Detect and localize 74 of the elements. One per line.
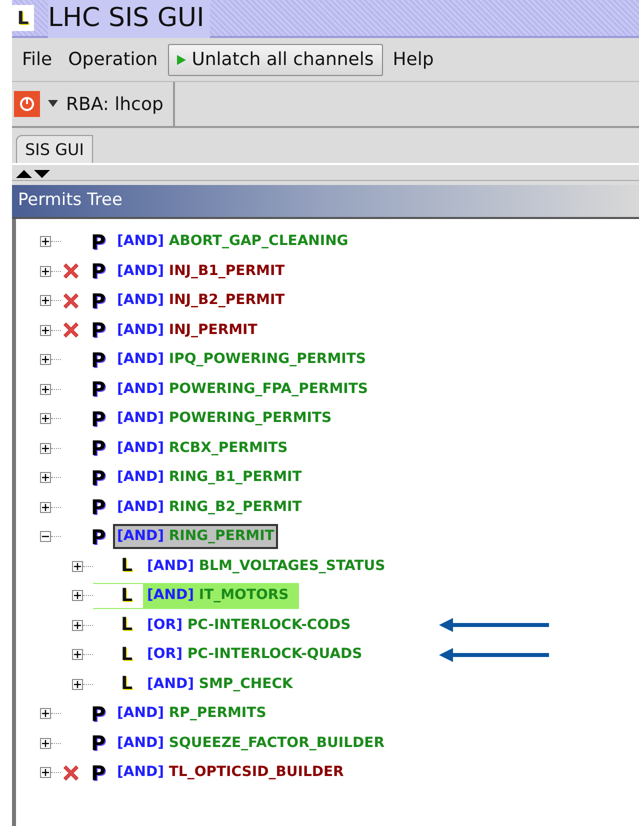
collapse-icon[interactable] (40, 531, 51, 542)
permit-icon: P (91, 704, 105, 724)
tree-node-label[interactable]: [AND] SQUEEZE_FACTOR_BUILDER (113, 730, 388, 756)
logic-icon: L (121, 557, 135, 576)
tree-node-label[interactable]: [AND] INJ_B2_PERMIT (113, 288, 289, 314)
split-arrows-icon[interactable] (16, 168, 52, 178)
expand-icon[interactable] (40, 442, 51, 454)
error-icon (61, 261, 81, 282)
tree-node-label[interactable]: [AND] BLM_VOLTAGES_STATUS (143, 554, 390, 579)
expand-icon[interactable] (40, 502, 51, 513)
tree-node-label[interactable]: [AND] RING_B1_PERMIT (113, 465, 306, 490)
tree-node-label[interactable]: [AND] POWERING_FPA_PERMITS (113, 376, 372, 402)
expand-icon[interactable] (40, 384, 51, 395)
permit-icon: P (91, 438, 105, 458)
tree-node-label[interactable]: [AND] RCBX_PERMITS (113, 436, 292, 461)
tree-node-label[interactable]: [OR] PC-INTERLOCK-CODS (143, 612, 355, 638)
error-icon (61, 762, 81, 783)
permit-icon: P (91, 526, 105, 547)
permit-icon: P (91, 350, 105, 370)
tree-node-label[interactable]: [AND] ABORT_GAP_CLEANING (113, 229, 352, 254)
tree-node-label[interactable]: [AND] RING_PERMIT (113, 524, 278, 550)
permit-icon: P (91, 468, 105, 488)
permit-icon: P (91, 379, 105, 400)
expand-icon[interactable] (40, 295, 51, 306)
tree-node-label[interactable]: [AND] RING_B2_PERMIT (113, 494, 306, 520)
expand-icon[interactable] (72, 590, 83, 602)
window-title: LHC SIS GUI (48, 0, 210, 38)
tree-node-label[interactable]: [AND] RP_PERMITS (113, 701, 270, 726)
tree-node-label[interactable]: [AND] INJ_B1_PERMIT (113, 258, 289, 284)
tree-node-label[interactable]: [AND] INJ_PERMIT (113, 318, 262, 343)
expand-icon[interactable] (40, 324, 51, 336)
expand-icon[interactable] (40, 266, 51, 277)
tab[interactable]: SIS GUI (16, 135, 93, 163)
expand-icon[interactable] (40, 354, 51, 366)
permit-icon: P (91, 290, 105, 311)
expand-icon[interactable] (72, 620, 83, 631)
rba-label: RBA: lhcop (66, 92, 164, 116)
expand-icon[interactable] (40, 708, 51, 720)
logic-icon: L (121, 646, 135, 664)
menu-item[interactable]: Operation (62, 46, 164, 73)
logic-icon: L (121, 616, 135, 634)
error-icon (61, 290, 81, 311)
permit-icon: P (91, 733, 105, 754)
expand-icon[interactable] (72, 649, 83, 660)
error-icon (61, 320, 81, 340)
permit-icon: P (91, 497, 105, 518)
logic-icon: L (121, 586, 135, 605)
expand-icon[interactable] (72, 560, 83, 572)
play-icon (176, 54, 186, 64)
expand-icon[interactable] (40, 236, 51, 248)
tree-node-label[interactable]: [AND] POWERING_PERMITS (113, 406, 336, 432)
power-icon[interactable] (14, 91, 40, 117)
expand-icon[interactable] (40, 472, 51, 484)
permit-icon: P (91, 261, 105, 282)
expand-icon[interactable] (40, 413, 51, 424)
menu-item[interactable]: Help (386, 46, 440, 73)
tree-node-label[interactable]: [AND] IT_MOTORS (143, 583, 293, 608)
expand-icon[interactable] (40, 738, 51, 749)
caret-icon[interactable] (48, 100, 58, 108)
tree-node-label[interactable]: [AND] IPQ_POWERING_PERMITS (113, 347, 370, 372)
tree-node-label[interactable]: [AND] SMP_CHECK (143, 672, 297, 697)
logic-icon: L (121, 675, 135, 694)
tree-node-label[interactable]: [AND] TL_OPTICSID_BUILDER (113, 760, 348, 786)
permit-icon: P (91, 762, 105, 783)
app-icon: L (12, 5, 34, 31)
permit-icon: P (91, 408, 105, 429)
tree-node-label[interactable]: [OR] PC-INTERLOCK-QUADS (143, 642, 366, 668)
permit-icon: P (91, 320, 105, 340)
expand-icon[interactable] (72, 678, 83, 690)
expand-icon[interactable] (40, 767, 51, 778)
unlatch-button[interactable]: Unlatch all channels (168, 44, 383, 76)
menu-item[interactable]: File (16, 46, 58, 73)
panel-title: Permits Tree (18, 189, 122, 212)
permit-icon: P (91, 232, 105, 252)
